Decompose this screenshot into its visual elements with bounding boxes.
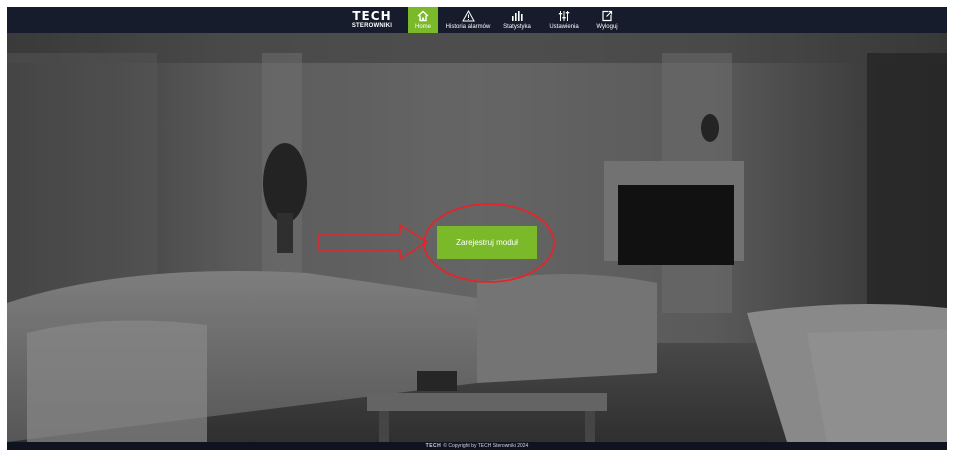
sliders-icon <box>558 9 570 23</box>
nav-wyloguj-label: Wyloguj <box>596 24 618 30</box>
top-navigation-bar: TECH STEROWNIKI Home Historia alarmów St… <box>7 7 947 33</box>
nav-historia-alarmow[interactable]: Historia alarmów <box>442 7 494 33</box>
logo-subtitle: STEROWNIKI <box>351 23 393 29</box>
footer-brand: TECH <box>425 443 442 449</box>
footer: TECH © Copyright by TECH Sterowniki 2024 <box>7 442 947 450</box>
home-icon <box>417 9 429 23</box>
nav-statystyka[interactable]: Statystyka <box>497 7 537 33</box>
nav-statystyka-label: Statystyka <box>503 24 531 30</box>
nav-ustawienia[interactable]: Ustawienia <box>543 7 585 33</box>
app-window: TECH STEROWNIKI Home Historia alarmów St… <box>7 7 947 450</box>
nav-home-label: Home <box>414 24 431 30</box>
tech-logo[interactable]: TECH STEROWNIKI <box>345 10 399 30</box>
logo-brand: TECH <box>352 9 392 23</box>
logout-icon <box>601 9 613 23</box>
nav-ustawienia-label: Ustawienia <box>549 24 579 30</box>
nav-wyloguj[interactable]: Wyloguj <box>592 7 622 33</box>
footer-copyright: © Copyright by TECH Sterowniki 2024 <box>443 443 529 449</box>
bar-chart-icon <box>511 9 523 23</box>
register-module-button[interactable]: Zarejestruj moduł <box>437 226 537 259</box>
warning-icon <box>461 9 475 23</box>
nav-home[interactable]: Home <box>408 7 438 33</box>
nav-historia-label: Historia alarmów <box>445 24 491 30</box>
